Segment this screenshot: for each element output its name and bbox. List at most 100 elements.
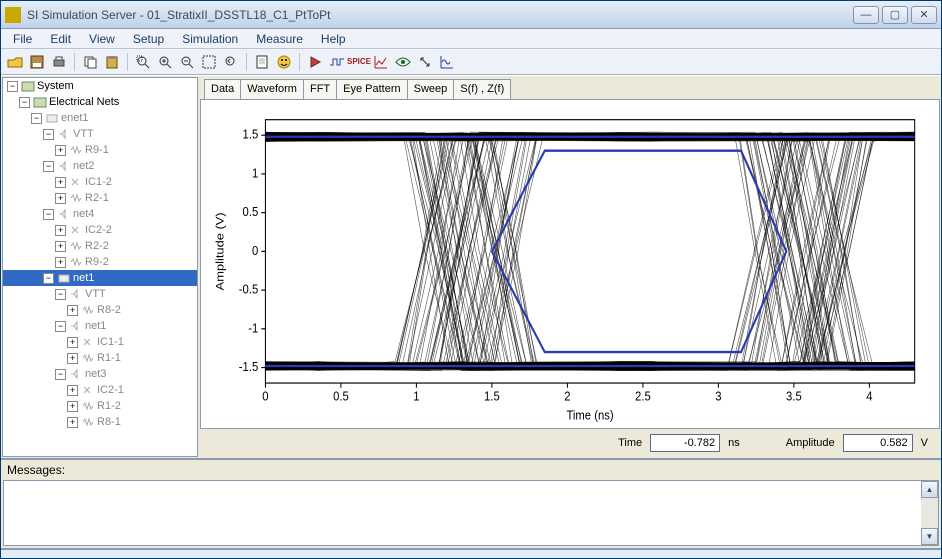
toolbar-separator xyxy=(74,53,75,71)
menu-simulation[interactable]: Simulation xyxy=(174,30,246,48)
collapse-icon[interactable]: − xyxy=(43,161,54,172)
scrollbar-vertical[interactable]: ▲ ▼ xyxy=(921,481,938,545)
paste-icon[interactable] xyxy=(102,52,122,72)
collapse-icon[interactable]: − xyxy=(19,97,30,108)
run-icon[interactable] xyxy=(305,52,325,72)
page-icon[interactable] xyxy=(252,52,272,72)
window-title: SI Simulation Server - 01_StratixII_DSST… xyxy=(27,8,330,22)
collapse-icon[interactable]: − xyxy=(31,113,42,124)
tab-data[interactable]: Data xyxy=(204,79,241,99)
expand-icon[interactable]: + xyxy=(67,417,78,428)
menu-measure[interactable]: Measure xyxy=(248,30,311,48)
expand-icon[interactable]: + xyxy=(55,145,66,156)
tree-item[interactable]: −net4 xyxy=(3,206,197,222)
tab-waveform[interactable]: Waveform xyxy=(241,79,304,99)
expand-icon[interactable]: + xyxy=(55,225,66,236)
tree-item[interactable]: +R2-1 xyxy=(3,190,197,206)
tree-item[interactable]: +IC1-2 xyxy=(3,174,197,190)
tree-item-system[interactable]: −System xyxy=(3,78,197,94)
tree-item[interactable]: −VTT xyxy=(3,286,197,302)
tree-item[interactable]: +R9-2 xyxy=(3,254,197,270)
zoom-area-icon[interactable] xyxy=(133,52,153,72)
tree-panel[interactable]: −System −Electrical Nets −enet1 −VTT +R9… xyxy=(2,77,198,457)
tree-item[interactable]: +R8-1 xyxy=(3,414,197,430)
copy-icon[interactable] xyxy=(80,52,100,72)
zoom-in-icon[interactable] xyxy=(155,52,175,72)
close-button[interactable]: ✕ xyxy=(911,6,937,24)
expand-icon[interactable]: + xyxy=(55,241,66,252)
maximize-button[interactable]: ▢ xyxy=(882,6,908,24)
time-value-field[interactable] xyxy=(650,434,720,452)
tree-item[interactable]: +R1-2 xyxy=(3,398,197,414)
zoom-prev-icon[interactable] xyxy=(221,52,241,72)
print-icon[interactable] xyxy=(49,52,69,72)
tree-item[interactable]: −net3 xyxy=(3,366,197,382)
expand-icon[interactable]: + xyxy=(67,401,78,412)
collapse-icon[interactable]: − xyxy=(43,209,54,220)
collapse-icon[interactable]: − xyxy=(55,289,66,300)
expand-icon[interactable]: + xyxy=(67,305,78,316)
svg-text:2: 2 xyxy=(564,389,571,404)
expand-icon[interactable]: + xyxy=(67,385,78,396)
tree-item-electrical-nets[interactable]: −Electrical Nets xyxy=(3,94,197,110)
tree-item[interactable]: −VTT xyxy=(3,126,197,142)
tab-eye-pattern[interactable]: Eye Pattern xyxy=(337,79,407,99)
collapse-icon[interactable]: − xyxy=(55,369,66,380)
tree-item[interactable]: −net2 xyxy=(3,158,197,174)
spice-icon[interactable]: SPICE xyxy=(349,52,369,72)
collapse-icon[interactable]: − xyxy=(55,321,66,332)
eye-diagram-plot[interactable]: 00.511.522.533.54-1.5-1-0.500.511.5Time … xyxy=(209,108,927,424)
tree-item[interactable]: +R1-1 xyxy=(3,350,197,366)
menu-file[interactable]: File xyxy=(5,30,40,48)
wave-icon[interactable] xyxy=(437,52,457,72)
scroll-down-icon[interactable]: ▼ xyxy=(921,528,938,545)
status-bar xyxy=(1,548,941,558)
svg-text:0.5: 0.5 xyxy=(333,389,349,404)
expand-icon[interactable]: + xyxy=(67,353,78,364)
expand-icon[interactable]: + xyxy=(55,257,66,268)
tab-sweep[interactable]: Sweep xyxy=(408,79,455,99)
tab-fft[interactable]: FFT xyxy=(304,79,337,99)
messages-header: Messages: xyxy=(1,460,941,480)
minimize-button[interactable]: — xyxy=(853,6,879,24)
tree-item[interactable]: +R8-2 xyxy=(3,302,197,318)
scroll-up-icon[interactable]: ▲ xyxy=(921,481,938,498)
chart-icon[interactable] xyxy=(371,52,391,72)
tree-item[interactable]: +R2-2 xyxy=(3,238,197,254)
expand-icon[interactable]: + xyxy=(55,193,66,204)
tree-item[interactable]: +IC1-1 xyxy=(3,334,197,350)
collapse-icon[interactable]: − xyxy=(43,129,54,140)
expand-icon[interactable]: + xyxy=(67,337,78,348)
amplitude-value-field[interactable] xyxy=(843,434,913,452)
expand-icon[interactable]: + xyxy=(55,177,66,188)
svg-text:2.5: 2.5 xyxy=(635,389,651,404)
tree-item[interactable]: +IC2-1 xyxy=(3,382,197,398)
zoom-fit-icon[interactable] xyxy=(199,52,219,72)
svg-text:3: 3 xyxy=(715,389,722,404)
open-icon[interactable] xyxy=(5,52,25,72)
tree-item[interactable]: +R9-1 xyxy=(3,142,197,158)
menu-edit[interactable]: Edit xyxy=(42,30,79,48)
tab-sf-zf[interactable]: S(f) , Z(f) xyxy=(454,79,511,99)
arrows-icon[interactable] xyxy=(415,52,435,72)
eye-icon[interactable] xyxy=(393,52,413,72)
menu-setup[interactable]: Setup xyxy=(125,30,172,48)
save-icon[interactable] xyxy=(27,52,47,72)
amplitude-unit: V xyxy=(921,437,928,449)
menu-help[interactable]: Help xyxy=(313,30,354,48)
collapse-icon[interactable]: − xyxy=(43,273,54,284)
zoom-out-icon[interactable] xyxy=(177,52,197,72)
messages-textarea[interactable]: ▲ ▼ xyxy=(3,480,939,546)
tree-item[interactable]: −enet1 xyxy=(3,110,197,126)
result-tabs: Data Waveform FFT Eye Pattern Sweep S(f)… xyxy=(200,77,940,99)
collapse-icon[interactable]: − xyxy=(7,81,18,92)
face-icon[interactable] xyxy=(274,52,294,72)
messages-panel: Messages: ▲ ▼ xyxy=(1,458,941,548)
tree-item[interactable]: −net1 xyxy=(3,318,197,334)
pulse-icon[interactable] xyxy=(327,52,347,72)
tree-item-net1-selected[interactable]: −net1 xyxy=(3,270,197,286)
svg-text:0.5: 0.5 xyxy=(243,204,259,219)
tree-item[interactable]: +IC2-2 xyxy=(3,222,197,238)
menu-view[interactable]: View xyxy=(81,30,123,48)
app-icon xyxy=(5,7,21,23)
